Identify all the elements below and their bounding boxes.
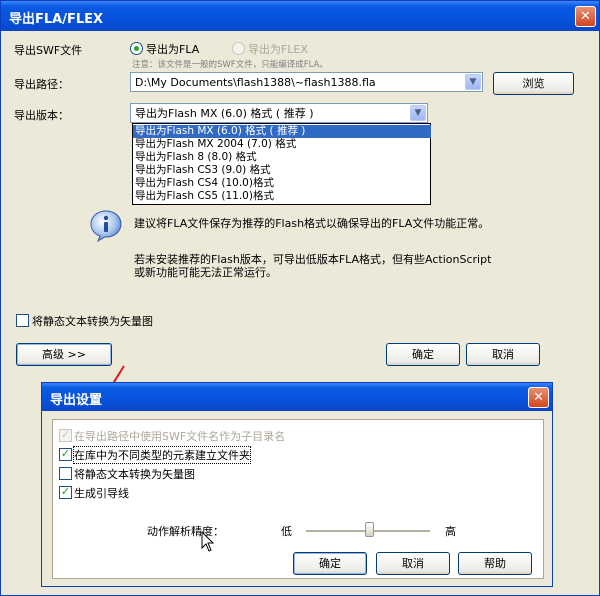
export-version-select[interactable]: 导出为Flash MX (6.0) 格式 ( 推荐 ) ▼ bbox=[130, 103, 428, 123]
info-text-line3: 或新功能可能无法正常运行。 bbox=[134, 266, 277, 279]
export-settings-dialog: 导出设置 ✕ ✓ 在导出路径中使用SWF文件名作为子目录名 ✓ 在库中为不同类型… bbox=[41, 382, 553, 587]
export-swf-label: 导出SWF文件 bbox=[14, 44, 83, 57]
use-subdirectory-label[interactable]: 在导出路径中使用SWF文件名作为子目录名 bbox=[74, 428, 285, 444]
library-folders-label[interactable]: 在库中为不同类型的元素建立文件夹 bbox=[73, 446, 251, 464]
convert-static-text-label[interactable]: 将静态文本转换为矢量图 bbox=[32, 313, 153, 329]
export-settings-close-button[interactable]: ✕ bbox=[528, 387, 549, 408]
close-button[interactable]: ✕ bbox=[575, 6, 596, 27]
chevron-down-icon[interactable]: ▼ bbox=[465, 74, 481, 90]
export-settings-help-button[interactable]: 帮助 bbox=[458, 552, 532, 575]
dropdown-option[interactable]: 导出为Flash CS5 (11.0)格式 bbox=[133, 190, 431, 203]
export-fla-radio-label[interactable]: 导出为FLA bbox=[146, 41, 199, 57]
export-version-selected: 导出为Flash MX (6.0) 格式 ( 推荐 ) bbox=[135, 107, 314, 120]
title-bar[interactable]: 导出FLA/FLEX ✕ bbox=[1, 1, 599, 31]
generate-guides-label[interactable]: 生成引导线 bbox=[74, 485, 129, 501]
convert-static-text-checkbox-2[interactable] bbox=[59, 467, 72, 480]
dropdown-option[interactable]: 导出为Flash CS4 (10.0)格式 bbox=[133, 177, 431, 190]
convert-static-text-checkbox[interactable] bbox=[16, 314, 29, 327]
export-version-dropdown: 导出为Flash MX (6.0) 格式 ( 推荐 ) 导出为Flash MX … bbox=[132, 123, 431, 205]
generate-guides-checkbox[interactable]: ✓ bbox=[59, 486, 72, 499]
export-path-label: 导出路径： bbox=[14, 78, 69, 91]
export-note: 注意：该文件是一般的SWF文件，只能编译成FLA。 bbox=[132, 60, 328, 70]
ok-button[interactable]: 确定 bbox=[386, 343, 460, 366]
precision-low-label: 低 bbox=[281, 525, 292, 538]
info-text-line1: 建议将FLA文件保存为推荐的Flash格式以确保导出的FLA文件功能正常。 bbox=[134, 217, 490, 230]
precision-slider-thumb[interactable] bbox=[365, 522, 374, 537]
export-path-field[interactable]: D:\My Documents\flash1388\~flash1388.fla… bbox=[130, 72, 483, 92]
library-folders-checkbox[interactable]: ✓ bbox=[59, 448, 72, 461]
use-subdirectory-checkbox[interactable]: ✓ bbox=[59, 429, 72, 442]
dropdown-option[interactable]: 导出为Flash CS3 (9.0) 格式 bbox=[133, 164, 431, 177]
export-fla-radio[interactable] bbox=[130, 42, 143, 55]
cancel-button[interactable]: 取消 bbox=[466, 343, 540, 366]
dropdown-option[interactable]: 导出为Flash 8 (8.0) 格式 bbox=[133, 151, 431, 164]
convert-static-text-label-2[interactable]: 将静态文本转换为矢量图 bbox=[74, 466, 195, 482]
export-settings-panel: ✓ 在导出路径中使用SWF文件名作为子目录名 ✓ 在库中为不同类型的元素建立文件… bbox=[52, 419, 544, 579]
chevron-down-icon[interactable]: ▼ bbox=[410, 105, 426, 121]
precision-high-label: 高 bbox=[445, 525, 456, 538]
export-flex-radio-label[interactable]: 导出为FLEX bbox=[248, 41, 308, 57]
export-settings-title: 导出设置 bbox=[50, 393, 103, 408]
advanced-button[interactable]: 高级 >> bbox=[16, 343, 112, 366]
export-settings-title-bar[interactable]: 导出设置 ✕ bbox=[42, 383, 552, 411]
info-icon bbox=[90, 210, 122, 243]
browse-button[interactable]: 浏览 bbox=[493, 72, 574, 95]
window-title: 导出FLA/FLEX bbox=[9, 12, 104, 27]
export-settings-ok-button[interactable]: 确定 bbox=[293, 552, 367, 575]
export-path-value: D:\My Documents\flash1388\~flash1388.fla bbox=[135, 76, 376, 89]
dropdown-option[interactable]: 导出为Flash MX 2004 (7.0) 格式 bbox=[133, 138, 431, 151]
export-flex-radio[interactable] bbox=[232, 42, 245, 55]
dropdown-option[interactable]: 导出为Flash MX (6.0) 格式 ( 推荐 ) bbox=[133, 125, 431, 138]
export-settings-cancel-button[interactable]: 取消 bbox=[376, 552, 450, 575]
mouse-cursor-icon bbox=[201, 531, 215, 552]
export-version-label: 导出版本： bbox=[14, 109, 69, 122]
